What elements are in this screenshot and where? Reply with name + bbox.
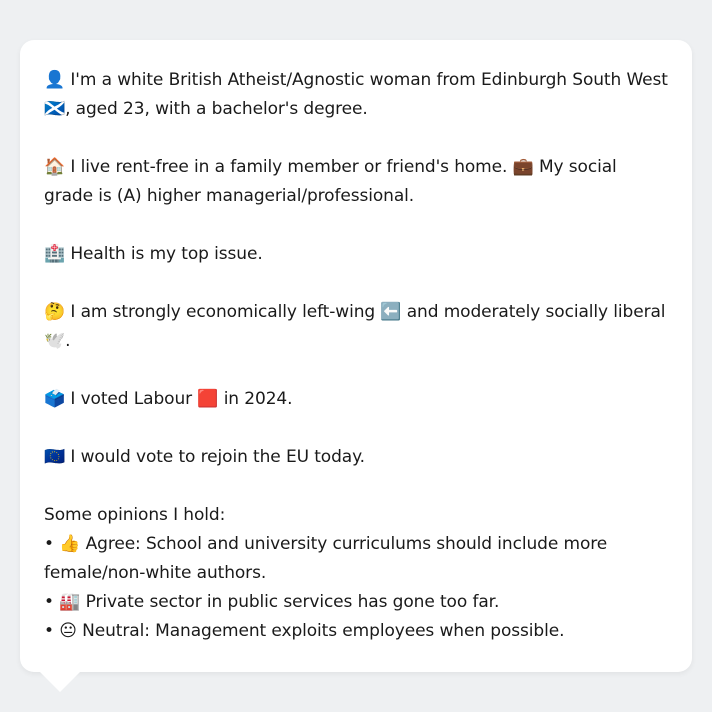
political-leaning-text: 🤔 I am strongly economically left-wing ⬅… — [44, 302, 666, 351]
opinion-item: • 😐 Neutral: Management exploits employe… — [44, 621, 565, 641]
vote-history-text: 🗳️ I voted Labour 🟥 in 2024. — [44, 389, 293, 409]
housing-text: 🏠 I live rent-free in a family member or… — [44, 157, 617, 206]
eu-stance-text: 🇪🇺 I would vote to rejoin the EU today. — [44, 447, 365, 467]
message-bubble: 👤 I'm a white British Atheist/Agnostic w… — [20, 40, 692, 672]
opinion-item: • 🏭 Private sector in public services ha… — [44, 592, 500, 612]
opinion-item: • 👍 Agree: School and university curricu… — [44, 534, 608, 583]
bubble-tail — [40, 672, 80, 692]
top-issue-text: 🏥 Health is my top issue. — [44, 244, 263, 264]
identity-text: 👤 I'm a white British Atheist/Agnostic w… — [44, 70, 668, 119]
opinions-heading: Some opinions I hold: — [44, 505, 226, 525]
